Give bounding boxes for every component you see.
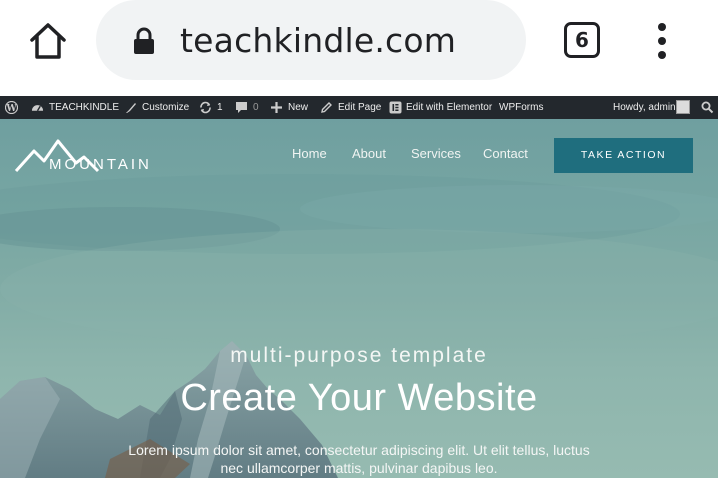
wordpress-icon[interactable]: W xyxy=(5,101,18,114)
avatar[interactable] xyxy=(676,100,690,114)
hero-description: Lorem ipsum dolor sit amet, consectetur … xyxy=(0,441,718,477)
lock-icon xyxy=(130,26,158,56)
take-action-button[interactable]: TAKE ACTION xyxy=(554,138,693,173)
brush-icon xyxy=(126,103,136,113)
updates-icon xyxy=(200,101,211,114)
nav-about[interactable]: About xyxy=(352,146,386,161)
customize-link[interactable]: Customize xyxy=(142,96,189,119)
hero-title: Create Your Website xyxy=(180,377,538,419)
hero-subtitle: multi-purpose template xyxy=(230,344,488,367)
wpforms-link[interactable]: WPForms xyxy=(499,96,543,119)
updates-count[interactable]: 1 xyxy=(217,96,223,119)
url-text[interactable]: teachkindle.com xyxy=(180,19,456,63)
home-icon[interactable] xyxy=(26,20,70,62)
tab-switcher-button[interactable]: 6 xyxy=(564,22,600,58)
nav-contact[interactable]: Contact xyxy=(483,146,528,161)
comments-count[interactable]: 0 xyxy=(253,96,259,119)
elementor-icon xyxy=(389,101,402,114)
nav-home[interactable]: Home xyxy=(292,146,327,161)
elementor-link[interactable]: Edit with Elementor xyxy=(406,96,492,119)
comment-icon xyxy=(236,102,247,113)
dashboard-icon xyxy=(31,105,44,112)
svg-text:W: W xyxy=(5,104,17,114)
account-greeting[interactable]: Howdy, admin xyxy=(613,96,676,119)
brand-name[interactable]: MOUNTAIN xyxy=(49,156,152,173)
hero-section: MOUNTAIN Home About Services Contact TAK… xyxy=(0,119,718,478)
search-icon[interactable] xyxy=(701,101,714,114)
plus-icon xyxy=(271,102,282,113)
site-name-link[interactable]: TEACHKINDLE xyxy=(49,96,119,119)
pencil-icon xyxy=(321,102,332,113)
new-content-link[interactable]: New xyxy=(288,96,308,119)
wp-admin-bar: W TEACHKINDLE Customize 1 0 New Edit Pag… xyxy=(0,96,718,119)
more-menu-icon[interactable] xyxy=(652,20,672,62)
hero-description-line: Lorem ipsum dolor sit amet, consectetur … xyxy=(128,442,590,458)
edit-page-link[interactable]: Edit Page xyxy=(338,96,381,119)
browser-toolbar: teachkindle.com 6 xyxy=(0,0,718,96)
hero-description-line: nec ullamcorper mattis, pulvinar dapibus… xyxy=(220,460,498,476)
nav-services[interactable]: Services xyxy=(411,146,461,161)
